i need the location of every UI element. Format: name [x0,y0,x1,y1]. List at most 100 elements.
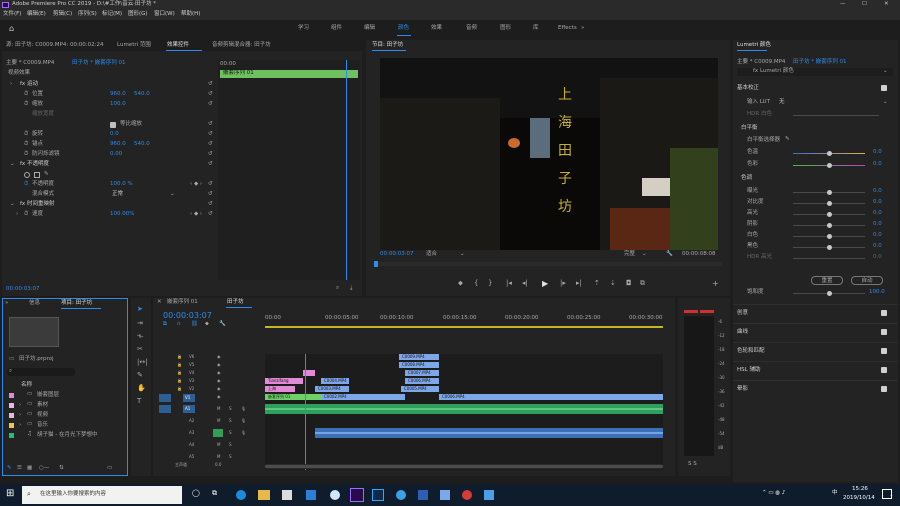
workspace-library[interactable]: 库 [533,25,539,32]
pencil-icon[interactable]: ✎ [7,465,12,472]
track-header-v2[interactable]: V2 🔒 ◉ [155,386,263,394]
menu-marker[interactable]: 标记(M) [102,11,122,18]
add-button-icon[interactable]: + [712,280,719,288]
eye-icon[interactable]: ◉ [217,363,221,367]
clock-date[interactable]: 2019/10/14 [843,495,875,502]
reset-icon[interactable]: ↺ [208,141,213,148]
hand-tool-icon[interactable]: ✋ [137,385,146,392]
reset-icon[interactable]: ↺ [208,211,213,218]
row-anti-flicker[interactable]: ⏱ 防闪烁滤镜 0.00 [2,150,217,160]
tab-tianzifang[interactable]: 田子坊 [227,299,244,306]
stopwatch-icon[interactable]: ⏱ [24,151,28,158]
eye-icon[interactable]: ◉ [217,355,221,359]
tab-project[interactable]: 项目: 田子坊 [61,300,92,307]
clip-c0005[interactable]: C0005.MP4 [401,386,439,392]
mute-button[interactable]: M [217,455,220,459]
track-select-tool-icon[interactable]: ⇥ [137,320,143,327]
lumetri-clip-path[interactable]: 主要 * C0009.MP4 [737,59,785,66]
meter-solo-buttons[interactable]: S S [688,461,697,468]
clock-time[interactable]: 15:26 [852,486,868,493]
export-icon[interactable]: ⤓ [350,285,352,292]
reset-icon[interactable]: ↺ [208,201,213,208]
step-forward-icon[interactable]: |▸ [560,280,566,287]
mic-icon[interactable]: 🎙 [241,431,246,435]
clip-c0006[interactable]: C0006.MP4 [405,378,439,384]
workspace-edit[interactable]: 编辑 [364,25,375,32]
snap-icon[interactable]: ∩ [177,321,181,328]
row-opacity-value[interactable]: ⏱ 不透明度 100.0 % ‹ ◆ › [2,180,217,190]
name-column-header[interactable]: 名称 [21,382,32,389]
list-item[interactable]: › ▭ 素材 [3,401,127,411]
row-scale[interactable]: ⏱ 缩放 100.0 [2,100,217,110]
clip-shanghai-title[interactable]: 上海 [265,386,295,392]
extract-icon[interactable]: ⇣ [610,280,616,287]
track-header-v1[interactable]: V1 ◉ [155,394,263,402]
eye-icon[interactable]: ◉ [217,371,221,375]
menu-edit[interactable]: 编辑(E) [27,11,46,18]
word-app-icon[interactable] [418,490,428,500]
tab-info[interactable]: 信息 [29,300,40,307]
effect-mini-timeline[interactable]: 00:00 嵌套序列 01 [218,60,360,280]
mute-button-active[interactable] [213,429,223,437]
auto-button[interactable]: 自动 [851,276,883,285]
clip-nested-seq[interactable]: 嵌套序列 01 [265,394,321,400]
track-header-v4[interactable]: V4 🔒 ◉ [155,370,263,378]
section-hsl[interactable]: HSL 辅助 [733,361,898,379]
app-icon-cone[interactable] [484,490,494,500]
task-switch-icon[interactable]: ⧉ [212,490,217,497]
ellipse-mask-icon[interactable] [24,172,30,178]
stopwatch-icon[interactable]: ⏱ [24,211,28,218]
track-header-a5[interactable]: A5 M S [155,452,263,462]
icon-view-icon[interactable]: ▦ [27,465,32,472]
reset-icon[interactable]: ↺ [208,191,213,198]
clip-c0007[interactable]: C0007.MP4 [405,370,439,376]
lift-icon[interactable]: ⇡ [594,280,600,287]
tone-row-exposure[interactable]: 曝光 0.0 [733,188,898,198]
track-header-a3[interactable]: A3 S 🎙 [155,428,263,438]
workspace-more-icon[interactable]: » [581,25,584,32]
project-tab-more-icon[interactable]: » [5,300,8,307]
go-to-in-icon[interactable]: |◂ [506,280,512,287]
menu-help[interactable]: 帮助(H) [181,11,200,18]
tone-row-whites[interactable]: 白色 0.0 [733,232,898,242]
app-icon-blue[interactable] [396,490,406,500]
workspace-effects[interactable]: 效果 [431,25,442,32]
premiere-app-icon[interactable] [350,488,364,502]
home-icon[interactable]: ⌂ [9,25,14,33]
track-header-v3[interactable]: V3 🔒 ◉ [155,378,263,386]
reset-icon[interactable]: ↺ [208,81,213,88]
list-item[interactable]: ♫ 胡子猫 - 在月光下梦想中 [3,431,127,441]
program-current-time[interactable]: 00:00:03:07 [380,251,414,258]
clip-tianzifang-title[interactable]: Tianzifang [265,378,303,384]
audio-clip-a3[interactable] [315,428,663,438]
program-monitor-title[interactable]: 节目: 田子坊 [372,42,403,49]
lumetri-seq-path[interactable]: 田子坊 * 嵌套序列 01 [793,59,847,66]
solo-button[interactable]: S [229,443,232,447]
value-x[interactable]: 960.0 [110,91,126,98]
lumetri-fx-select[interactable]: fx Lumetri 颜色 ⌄ [737,68,893,76]
workspace-effects-en[interactable]: Effects [558,25,577,32]
row-position[interactable]: ⏱ 位置 960.0 540.0 [2,90,217,100]
mark-out-icon[interactable]: } [488,280,492,287]
section-creative[interactable]: 创意 [733,304,898,322]
edge-icon[interactable] [236,490,246,500]
solo-button[interactable]: S [229,407,232,411]
razor-tool-icon[interactable]: ✂ [137,346,143,353]
workspace-graphics[interactable]: 图形 [500,25,511,32]
mic-icon[interactable]: 🎙 [241,407,246,411]
compare-icon[interactable]: ⧉ [640,280,645,287]
section-checkbox[interactable] [881,348,887,354]
tone-row-blacks[interactable]: 黑色 0.0 [733,243,898,253]
taskbar-search-input[interactable]: 在这里输入你要搜索的内容 [40,491,106,498]
stopwatch-icon[interactable]: ⏱ [24,131,28,138]
netease-music-icon[interactable] [462,490,472,500]
sort-icon[interactable]: ⇅ [59,465,64,472]
solo-button[interactable]: S [229,455,232,459]
row-uniform-scale[interactable]: 等比缩放 [2,120,217,130]
folder-new-icon[interactable]: ▭ [107,465,112,472]
type-tool-icon[interactable]: T [137,398,141,405]
reset-icon[interactable]: ↺ [208,161,213,168]
tint-value[interactable]: 0.0 [873,161,882,168]
work-area-bar[interactable] [265,326,663,328]
keyframe-nav-icon[interactable]: ‹ ◆ › [190,181,202,188]
